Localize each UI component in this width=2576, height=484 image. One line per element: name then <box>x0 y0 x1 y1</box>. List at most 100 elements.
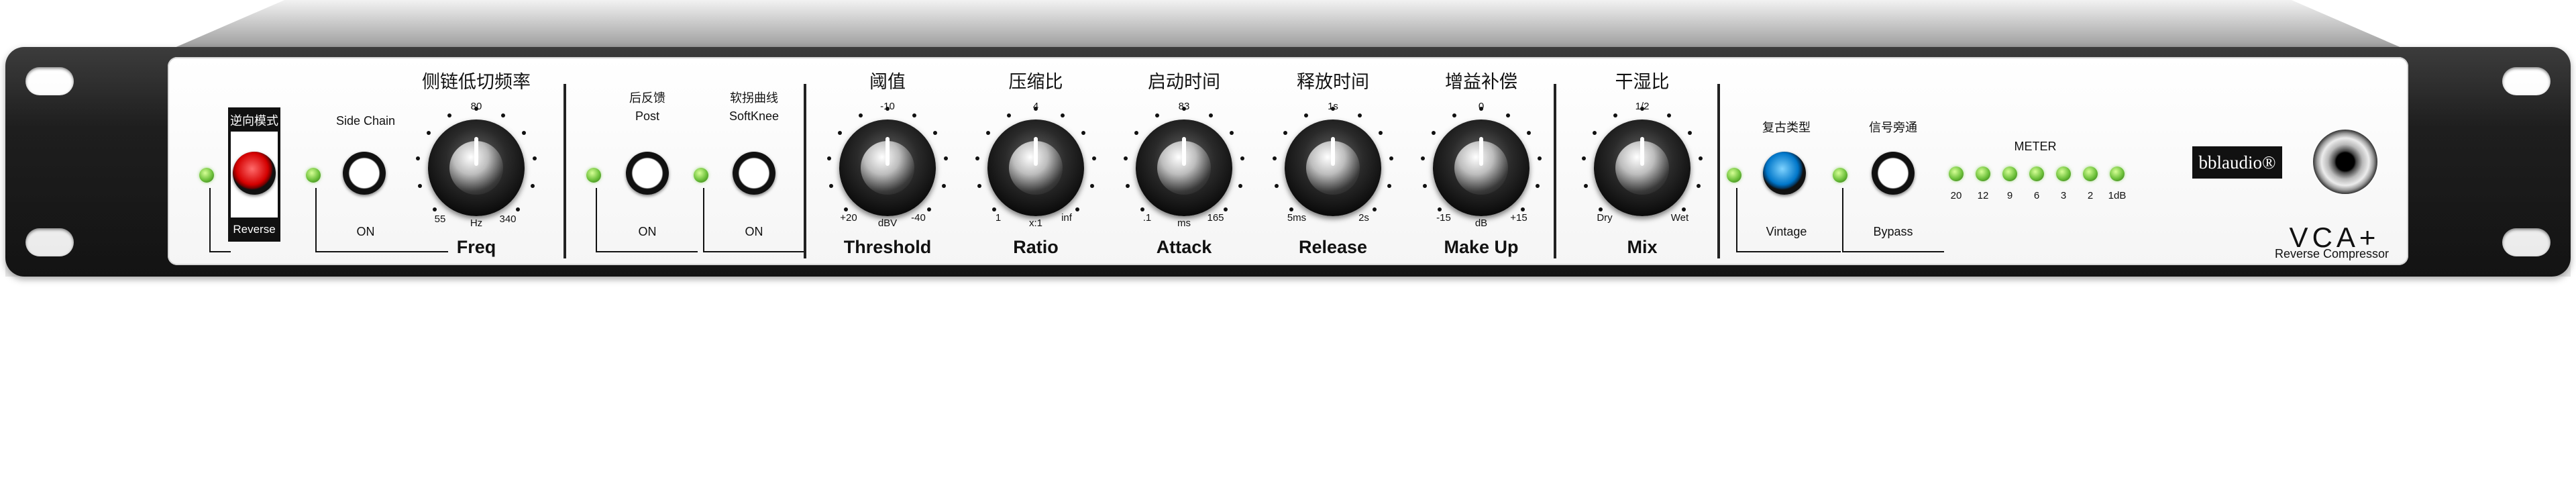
meter-title: METER <box>2014 140 2057 153</box>
knob-scale-dot <box>1452 113 1457 117</box>
makeup-max-tick: +15 <box>1510 212 1527 224</box>
freq-cn-label: 侧链低切频率 <box>422 72 531 92</box>
reverse-led <box>199 168 214 183</box>
meter-scale-label: 6 <box>2033 190 2040 201</box>
attack-unit: ms <box>1177 217 1191 229</box>
bypass-cn-label: 信号旁通 <box>1869 121 1917 134</box>
rack-ear-hole <box>2502 228 2551 256</box>
knob-scale-dot <box>1387 184 1391 189</box>
threshold-unit: dBV <box>877 217 898 229</box>
freq-knob[interactable] <box>428 119 525 216</box>
release-min-tick: 5ms <box>1287 212 1307 224</box>
makeup-cn-label: 增益补偿 <box>1445 72 1517 92</box>
threshold-max-tick: -40 <box>911 212 926 224</box>
bracket-line <box>1736 188 1841 252</box>
threshold-cn-label: 阈值 <box>869 72 906 92</box>
knob-scale-dot <box>1060 113 1065 117</box>
attack-cn-label: 启动时间 <box>1148 72 1220 92</box>
knob-scale-dot <box>1505 113 1510 117</box>
mix-knob[interactable] <box>1594 119 1690 216</box>
softknee-button[interactable] <box>733 152 775 195</box>
meter-scale-label: 3 <box>2060 190 2067 201</box>
release-en-label: Release <box>1298 237 1368 257</box>
knob-scale-dot <box>1613 113 1618 117</box>
knob-scale-dot <box>1155 113 1160 117</box>
post-en-label: Post <box>635 109 660 123</box>
meter-led <box>2110 166 2125 181</box>
model-subtitle: Reverse Compressor <box>2274 247 2390 260</box>
ratio-en-label: Ratio <box>1013 237 1059 257</box>
release-knob[interactable] <box>1285 119 1381 216</box>
attack-max-tick: 165 <box>1207 212 1224 224</box>
meter-led <box>1949 166 1964 181</box>
knob-scale-dot <box>843 207 848 212</box>
mix-max-tick: Wet <box>1670 212 1689 224</box>
side-chain-on-label: ON <box>356 225 375 238</box>
post-led <box>586 168 601 183</box>
mix-min-tick: Dry <box>1597 212 1613 224</box>
knob-scale-dot <box>1238 184 1242 189</box>
vintage-en-label: Vintage <box>1766 225 1807 238</box>
rack-ear-hole <box>2502 67 2551 95</box>
knob-scale-dot <box>1535 184 1540 189</box>
ratio-min-tick: 1 <box>995 212 1002 224</box>
reverse-mode-button[interactable] <box>233 152 276 195</box>
knob-scale-dot <box>1289 207 1293 212</box>
vintage-cn-label: 复古类型 <box>1762 121 1811 134</box>
vintage-button[interactable] <box>1763 152 1806 195</box>
meter-led <box>2056 166 2071 181</box>
knob-scale-dot <box>1304 113 1309 117</box>
knob-scale-dot <box>1696 184 1701 189</box>
brand-logo: bblaudio® <box>2192 146 2282 179</box>
knob-scale-dot <box>1007 113 1012 117</box>
freq-en-label: Freq <box>456 237 496 257</box>
knob-scale-dot <box>1598 207 1603 212</box>
meter-scale-label: 2 <box>2087 190 2094 201</box>
freq-unit: Hz <box>470 217 483 229</box>
side-chain-label: Side Chain <box>335 114 396 128</box>
ratio-cn-label: 压缩比 <box>1008 72 1063 92</box>
knob-scale-dot <box>991 207 996 212</box>
threshold-min-tick: +20 <box>840 212 857 224</box>
knob-scale-dot <box>1666 113 1671 117</box>
reverse-mode-cn-label: 逆向模式 <box>230 114 278 128</box>
rack-top-surface <box>173 0 2403 48</box>
post-button[interactable] <box>626 152 669 195</box>
bracket-line <box>315 188 448 252</box>
release-max-tick: 2s <box>1358 212 1369 224</box>
knob-scale-dot <box>1640 107 1644 111</box>
knob-scale-dot <box>912 113 916 117</box>
rack-ear-hole <box>25 228 74 256</box>
knob-scale-dot <box>1034 107 1038 111</box>
makeup-knob[interactable] <box>1433 119 1529 216</box>
meter-led <box>1976 166 1990 181</box>
release-cn-label: 释放时间 <box>1297 72 1369 92</box>
bypass-led <box>1833 168 1847 183</box>
meter-scale-label: 9 <box>2006 190 2013 201</box>
knob-scale-dot <box>447 113 452 117</box>
knob-scale-dot <box>1357 113 1362 117</box>
bracket-line <box>1842 188 1944 252</box>
ratio-max-tick: inf <box>1061 212 1072 224</box>
freq-min-tick: 55 <box>434 213 446 225</box>
mix-cn-label: 干湿比 <box>1615 72 1670 92</box>
knob-scale-dot <box>432 207 437 212</box>
ratio-knob[interactable] <box>987 119 1084 216</box>
knob-scale-dot <box>474 107 478 111</box>
vintage-led <box>1727 168 1741 183</box>
meter-led <box>2083 166 2098 181</box>
bypass-button[interactable] <box>1872 152 1915 195</box>
attack-knob[interactable] <box>1136 119 1232 216</box>
knob-scale-dot <box>1208 113 1213 117</box>
bypass-en-label: Bypass <box>1873 225 1913 238</box>
bracket-line <box>703 188 805 252</box>
input-jack[interactable] <box>2313 130 2377 194</box>
attack-en-label: Attack <box>1156 237 1212 257</box>
knob-scale-dot <box>500 113 505 117</box>
threshold-knob[interactable] <box>839 119 936 216</box>
makeup-en-label: Make Up <box>1444 237 1519 257</box>
knob-scale-dot <box>1331 107 1335 111</box>
side-chain-button[interactable] <box>343 152 386 195</box>
section-divider <box>1717 84 1720 258</box>
meter-scale-label: 1dB <box>2108 190 2127 201</box>
